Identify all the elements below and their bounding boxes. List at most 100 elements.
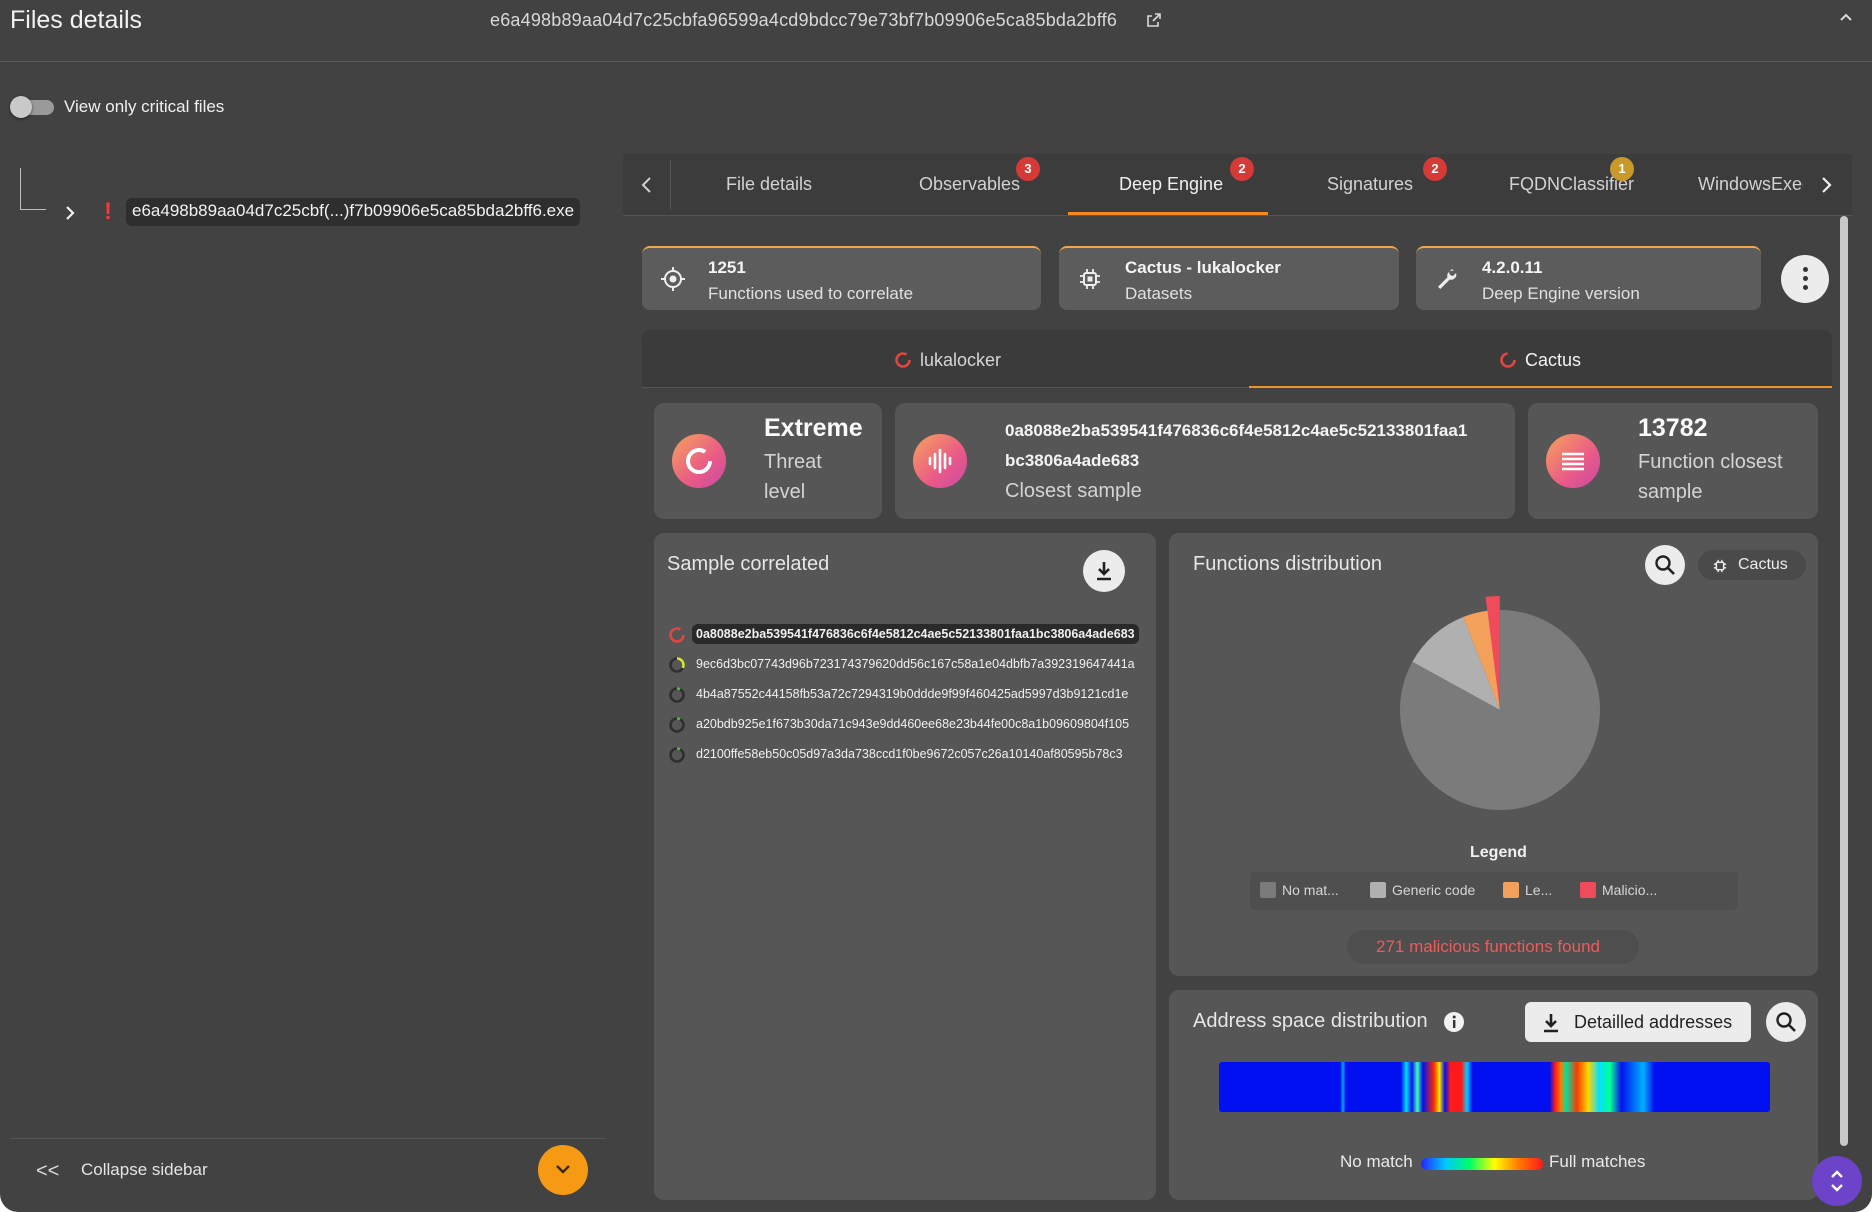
version-card: 4.2.0.11 Deep Engine version [1416, 246, 1761, 310]
sample-hash: 0a8088e2ba539541f476836c6f4e5812c4ae5c52… [692, 624, 1139, 644]
chart-legend: No mat... Generic code Le... Malicio... [1250, 872, 1738, 910]
legend-item[interactable]: Malicio... [1580, 882, 1657, 898]
page-title: Files details [10, 6, 142, 34]
spinner-icon [669, 627, 685, 643]
unfold-icon [1831, 1170, 1843, 1192]
info-label: Datasets [1125, 284, 1193, 303]
functions-pie-chart [1400, 596, 1600, 810]
error-icon: ! [104, 198, 112, 225]
sample-correlated-panel: Sample correlated 0a8088e2ba539541f47683… [654, 533, 1156, 1200]
dataset-tab-bar: lukalocker Cactus [642, 330, 1832, 388]
observables-badge: 3 [1016, 157, 1040, 181]
zoom-button[interactable] [1645, 545, 1685, 585]
tab-windowsexec[interactable]: WindowsExec [1698, 174, 1803, 195]
app-window: Files details e6a498b89aa04d7c25cbfa9659… [0, 0, 1872, 1212]
dataset-tab-cactus[interactable]: Cactus [1499, 350, 1581, 371]
address-heatmap [1219, 1062, 1770, 1112]
datasets-card: Cactus - lukalocker Datasets [1059, 246, 1399, 310]
function-closest-label: sample [1638, 481, 1703, 503]
threat-label: Threat [764, 451, 822, 473]
malicious-count: 271 malicious functions found [1376, 937, 1600, 956]
scrollbar[interactable] [1840, 216, 1848, 1146]
closest-sample-hash: 0a8088e2ba539541f476836c6f4e5812c4ae5c52… [1005, 421, 1468, 440]
closest-sample-label: Closest sample [1005, 480, 1142, 502]
spinner-icon [669, 717, 685, 733]
spinner-icon [895, 352, 911, 368]
tree-connector [20, 168, 46, 210]
chevron-right-icon[interactable] [63, 203, 77, 223]
button-label: Detailled addresses [1574, 1012, 1733, 1032]
detailled-addresses-button[interactable]: Detailled addresses [1525, 1002, 1751, 1042]
functions-correlate-card: 1251 Functions used to correlate [642, 246, 1041, 310]
more-vert-icon [1803, 267, 1808, 272]
critical-files-toggle[interactable] [10, 96, 56, 118]
info-value: Cactus - lukalocker [1125, 258, 1281, 277]
chevron-down-icon [556, 1165, 570, 1174]
sample-hash: a20bdb925e1f673b30da71c943e9dd460ee68e23… [696, 717, 1130, 731]
chip-label: Cactus [1738, 556, 1788, 573]
more-options-button[interactable] [1781, 255, 1829, 303]
signatures-badge: 2 [1423, 157, 1447, 181]
gradient-high-label: Full matches [1549, 1152, 1646, 1171]
legend-item[interactable]: Le... [1503, 882, 1552, 898]
waveform-icon [913, 434, 967, 488]
download-icon [1097, 562, 1111, 581]
deep-engine-badge: 2 [1230, 157, 1254, 181]
fqdnclassifier-badge: 1 [1610, 157, 1634, 181]
tab-observables[interactable]: Observables [919, 174, 1020, 195]
spinner-icon [669, 687, 685, 703]
dataset-tab-label: lukalocker [920, 350, 1002, 370]
chevron-up-icon[interactable] [1836, 8, 1856, 28]
toggle-label: View only critical files [64, 97, 225, 116]
threat-value: Extreme [764, 414, 863, 442]
download-button[interactable] [1083, 550, 1125, 592]
dataset-tab-label: Cactus [1525, 350, 1582, 370]
threat-label: level [764, 481, 806, 503]
chevron-right-icon[interactable] [1816, 174, 1836, 196]
panel-title: Address space distribution [1193, 1010, 1428, 1032]
gradient-low-label: No match [1340, 1152, 1413, 1171]
legend-title: Legend [1470, 844, 1527, 861]
dataset-chip[interactable]: Cactus [1698, 550, 1806, 580]
active-tab-indicator [1068, 212, 1268, 215]
zoom-button[interactable] [1766, 1002, 1806, 1042]
panel-title: Functions distribution [1193, 553, 1382, 575]
double-chevron-left-icon[interactable]: << [36, 1160, 59, 1183]
sample-hash: 4b4a87552c44158fb53a72c7294319b0ddde9f99… [696, 687, 1129, 701]
tab-file-details[interactable]: File details [726, 174, 812, 195]
info-label: Deep Engine version [1482, 284, 1640, 303]
divider [10, 1138, 606, 1139]
dataset-tab-lukalocker[interactable]: lukalocker [894, 350, 1001, 371]
scroll-toggle-button[interactable] [1812, 1156, 1862, 1206]
divider [670, 160, 671, 210]
tab-deep-engine[interactable]: Deep Engine [1119, 174, 1223, 195]
search-icon [1776, 1012, 1796, 1032]
header-bar: Files details e6a498b89aa04d7c25cbfa9659… [0, 0, 1872, 62]
spinner-icon [669, 747, 685, 763]
tab-signatures[interactable]: Signatures [1327, 174, 1413, 195]
function-closest-value: 13782 [1638, 414, 1708, 442]
tab-bar: File details Observables Deep Engine Sig… [623, 154, 1852, 216]
external-link-icon[interactable] [1146, 12, 1162, 28]
closest-sample-hash: bc3806a4ade683 [1005, 451, 1140, 470]
function-closest-card: 13782 Function closest sample [1528, 403, 1818, 519]
info-icon[interactable] [1443, 1011, 1465, 1033]
file-hash-link[interactable]: e6a498b89aa04d7c25cbfa96599a4cd9bdcc79e7… [490, 10, 1117, 31]
sample-hash: 9ec6d3bc07743d96b723174379620dd56c167c58… [696, 657, 1135, 671]
collapse-sidebar-button[interactable]: Collapse sidebar [81, 1160, 208, 1180]
threat-icon [672, 434, 726, 488]
target-icon [661, 267, 685, 291]
malicious-count-chip: 271 malicious functions found [1347, 930, 1639, 964]
sample-hash: d2100ffe58eb50c05d97a3da738ccd1f0be9672c… [696, 747, 1123, 761]
info-value: 1251 [708, 258, 746, 277]
function-closest-label: Function closest [1638, 451, 1783, 473]
panel-title: Sample correlated [667, 553, 830, 575]
search-icon [1655, 555, 1675, 575]
expand-button[interactable] [538, 1145, 588, 1195]
spinner-icon [669, 657, 685, 673]
chevron-left-icon[interactable] [637, 174, 657, 196]
legend-item[interactable]: No mat... [1260, 882, 1339, 898]
download-icon [1544, 1014, 1558, 1033]
tree-file-item[interactable]: e6a498b89aa04d7c25cbf(...)f7b09906e5ca85… [126, 198, 581, 226]
legend-item[interactable]: Generic code [1370, 882, 1475, 898]
